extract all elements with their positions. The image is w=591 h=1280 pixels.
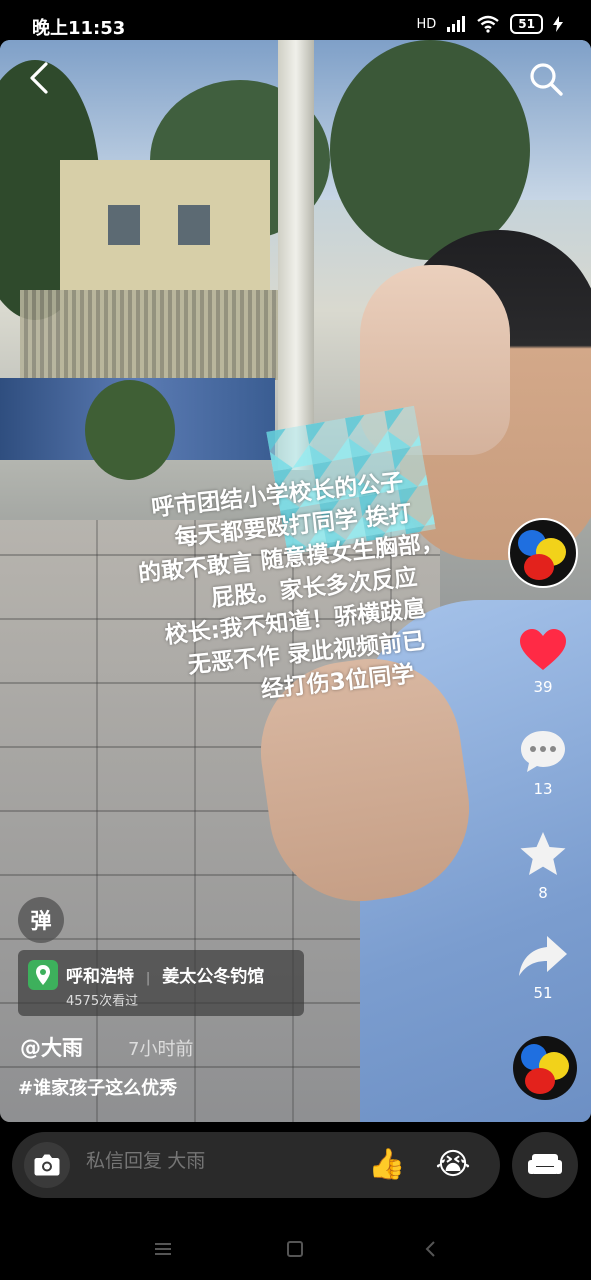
- author-name[interactable]: @大雨: [20, 1032, 83, 1062]
- reply-input[interactable]: [84, 1150, 338, 1174]
- camera-icon: [34, 1154, 60, 1176]
- danmu-toggle-button[interactable]: 弹: [18, 897, 64, 943]
- music-disc[interactable]: [513, 1036, 577, 1100]
- like-button[interactable]: 39: [518, 628, 568, 696]
- menu-icon[interactable]: [148, 1234, 178, 1264]
- comment-count: 13: [533, 780, 553, 798]
- location-pin-icon: [28, 960, 58, 990]
- sofa-button[interactable]: [512, 1132, 578, 1198]
- search-icon[interactable]: [527, 60, 565, 98]
- star-icon: [520, 832, 566, 875]
- comment-button[interactable]: 13: [518, 728, 568, 798]
- back-arrow-icon[interactable]: [26, 60, 58, 96]
- signal-icon: [447, 16, 466, 32]
- home-icon[interactable]: [280, 1234, 310, 1264]
- share-count: 51: [533, 984, 553, 1002]
- video-caption: 呼市团结小学校长的公子 每天都要殴打同学 挨打 的敢不敢言 随意摸女生胸部， 屁…: [130, 453, 551, 718]
- action-sidebar: 39 13 8 51: [508, 518, 578, 1002]
- camera-button[interactable]: [24, 1142, 70, 1188]
- heart-icon: [520, 629, 566, 670]
- hashtag-link[interactable]: #谁家孩子这么优秀: [18, 1074, 177, 1100]
- author-avatar[interactable]: [508, 518, 578, 588]
- reply-bar: 👍 😭: [12, 1132, 500, 1198]
- like-count: 39: [533, 678, 553, 696]
- location-city: 呼和浩特: [66, 967, 134, 987]
- location-tag[interactable]: 呼和浩特 | 姜太公冬钓馆 4575次看过: [18, 950, 304, 1016]
- location-divider: |: [145, 971, 151, 986]
- status-icons: HD 51: [416, 14, 563, 34]
- video-bush: [85, 380, 175, 480]
- status-time: 晚上11:53: [32, 18, 126, 39]
- sofa-icon: [528, 1154, 562, 1174]
- crying-emoji-button[interactable]: 😭: [432, 1144, 474, 1186]
- share-button[interactable]: 51: [517, 934, 569, 1002]
- battery-indicator: 51: [510, 14, 543, 34]
- charging-icon: [553, 16, 563, 32]
- favorite-count: 8: [538, 884, 548, 902]
- system-navbar: [0, 1220, 591, 1280]
- network-label: HD: [416, 16, 437, 32]
- location-title: 呼和浩特 | 姜太公冬钓馆: [66, 962, 264, 987]
- video-fence: [20, 290, 280, 380]
- post-time: 7小时前: [128, 1039, 194, 1060]
- location-place: 姜太公冬钓馆: [162, 967, 265, 987]
- video-tree-right: [330, 40, 530, 260]
- wifi-icon: [477, 15, 500, 33]
- share-icon: [519, 936, 567, 976]
- location-views: 4575次看过: [66, 994, 139, 1009]
- thumbs-up-emoji-button[interactable]: 👍: [366, 1144, 408, 1186]
- comment-icon: [521, 731, 565, 772]
- back-nav-icon[interactable]: [416, 1234, 446, 1264]
- favorite-button[interactable]: 8: [518, 830, 568, 902]
- video-tree-trunk: [278, 40, 314, 470]
